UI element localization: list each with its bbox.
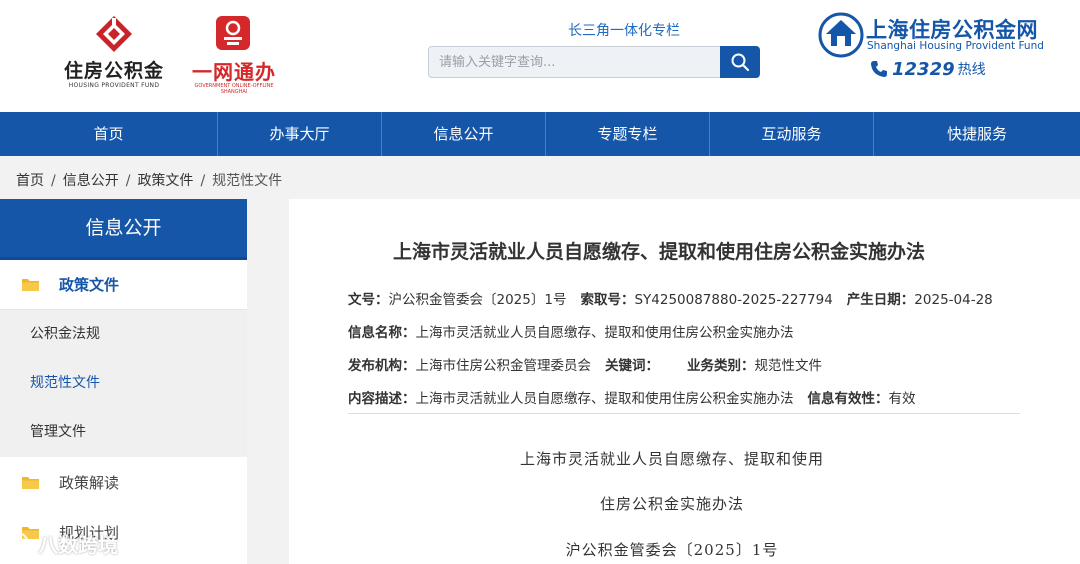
nav-info-disclosure[interactable]: 信息公开 <box>382 112 546 156</box>
meta-row-1: 文号：沪公积金管委会〔2025〕1号 索取号：SY4250087880-2025-… <box>348 288 993 308</box>
sidebar-category-policy-files[interactable]: 政策文件 <box>0 260 247 310</box>
meta-doc-no: 沪公积金管委会〔2025〕1号 <box>388 292 567 308</box>
meta-date-label: 产生日期： <box>846 292 915 308</box>
sidebar-item-normative-documents[interactable]: 规范性文件 <box>0 359 247 408</box>
meta-date: 2025-04-28 <box>914 292 993 308</box>
breadcrumb: 首页 / 信息公开 / 政策文件 / 规范性文件 <box>16 170 282 190</box>
breadcrumb-home[interactable]: 首页 <box>16 173 44 189</box>
nav-special-topics[interactable]: 专题专栏 <box>546 112 710 156</box>
nav-interactive-service[interactable]: 互动服务 <box>710 112 874 156</box>
breadcrumb-info-disclosure[interactable]: 信息公开 <box>63 173 119 189</box>
meta-validity-label: 信息有效性： <box>807 391 889 407</box>
sidebar-title: 信息公开 <box>0 199 247 260</box>
meta-row-4: 内容描述：上海市灵活就业人员自愿缴存、提取和使用住房公积金实施办法 信息有效性：有… <box>348 387 916 407</box>
main-nav: 首页 办事大厅 信息公开 专题专栏 互动服务 快捷服务 <box>0 112 1080 156</box>
body-doc-number: 沪公积金管委会〔2025〕1号 <box>565 541 779 559</box>
hotline-number: 12329 <box>892 58 955 80</box>
site-header: 住房公积金 HOUSING PROVIDENT FUND 一网通办 GOVERN… <box>0 0 1080 112</box>
article-panel: 上海市灵活就业人员自愿缴存、提取和使用住房公积金实施办法 文号：沪公积金管委会〔… <box>289 199 1080 564</box>
wechat-icon <box>6 532 34 554</box>
meta-name: 上海市灵活就业人员自愿缴存、提取和使用住房公积金实施办法 <box>415 325 794 341</box>
sidebar-item-management-documents[interactable]: 管理文件 <box>0 408 247 457</box>
housing-provident-fund-logo[interactable]: 住房公积金 HOUSING PROVIDENT FUND <box>54 14 174 94</box>
site-brand[interactable]: 上海住房公积金网 Shanghai Housing Provident Fund… <box>818 12 1048 92</box>
meta-org-label: 发布机构： <box>348 358 416 374</box>
brand-name-en: Shanghai Housing Provident Fund <box>867 40 1044 52</box>
breadcrumb-policy-files[interactable]: 政策文件 <box>137 173 193 189</box>
breadcrumb-separator: / <box>125 173 131 189</box>
meta-keyword-label: 关键词： <box>605 358 659 374</box>
hpf-logo-title: 住房公积金 <box>63 60 164 82</box>
hotline: 12329 热线 <box>870 58 986 80</box>
meta-validity: 有效 <box>888 391 916 407</box>
meta-desc: 上海市灵活就业人员自愿缴存、提取和使用住房公积金实施办法 <box>415 391 794 407</box>
search-input[interactable] <box>428 46 720 78</box>
yangtze-delta-special-link[interactable]: 长三角一体化专栏 <box>529 20 719 40</box>
sidebar-item-fund-regulations[interactable]: 公积金法规 <box>0 310 247 359</box>
folder-icon <box>22 279 39 291</box>
one-net-logo-subtitle: GOVERNMENT ONLINE-OFFLINE SHANGHAI <box>194 83 274 95</box>
sidebar-category-label: 政策解读 <box>59 473 120 492</box>
meta-desc-label: 内容描述： <box>348 391 416 407</box>
one-net-logo-title: 一网通办 <box>192 60 276 84</box>
body-title-line-1: 上海市灵活就业人员自愿缴存、提取和使用 <box>519 450 824 468</box>
body-title-line-2: 住房公积金实施办法 <box>599 495 744 513</box>
folder-icon <box>22 476 39 489</box>
sidebar: 信息公开 政策文件 公积金法规 规范性文件 管理文件 政策解读 规划计划 <box>0 199 247 564</box>
breadcrumb-separator: / <box>51 173 56 189</box>
meta-name-label: 信息名称： <box>348 325 416 341</box>
house-emblem-icon <box>818 12 864 58</box>
meta-doc-no-label: 文号： <box>348 292 389 308</box>
sidebar-category-policy-interpretation[interactable]: 政策解读 <box>0 457 247 507</box>
meta-index-label: 索取号： <box>580 292 635 308</box>
watermark: 八数跨境 <box>6 528 118 558</box>
phone-icon <box>871 61 887 77</box>
meta-row-2: 信息名称：上海市灵活就业人员自愿缴存、提取和使用住房公积金实施办法 <box>348 321 794 341</box>
one-net-emblem-icon <box>216 16 250 50</box>
article-title: 上海市灵活就业人员自愿缴存、提取和使用住房公积金实施办法 <box>392 241 925 263</box>
hpf-emblem-icon <box>96 16 132 52</box>
one-net-service-logo[interactable]: 一网通办 GOVERNMENT ONLINE-OFFLINE SHANGHAI <box>186 14 282 95</box>
breadcrumb-current: 规范性文件 <box>212 173 283 189</box>
meta-org: 上海市住房公积金管理委员会 <box>415 358 592 374</box>
search-icon <box>731 53 750 72</box>
meta-row-3: 发布机构：上海市住房公积金管理委员会 关键词： 业务类别：规范性文件 <box>348 354 822 374</box>
meta-category-label: 业务类别： <box>687 358 755 374</box>
nav-home[interactable]: 首页 <box>0 112 218 156</box>
meta-category: 规范性文件 <box>754 358 823 374</box>
sidebar-category-label: 政策文件 <box>59 276 120 294</box>
meta-divider <box>348 413 1020 414</box>
search-button[interactable] <box>720 46 760 78</box>
nav-service-hall[interactable]: 办事大厅 <box>218 112 382 156</box>
hotline-label: 热线 <box>957 62 986 78</box>
meta-index: SY4250087880-2025-227794 <box>634 292 833 308</box>
watermark-text: 八数跨境 <box>38 532 118 557</box>
hpf-logo-subtitle: HOUSING PROVIDENT FUND <box>68 82 160 89</box>
breadcrumb-separator: / <box>200 173 206 189</box>
nav-quick-service[interactable]: 快捷服务 <box>874 112 1080 156</box>
